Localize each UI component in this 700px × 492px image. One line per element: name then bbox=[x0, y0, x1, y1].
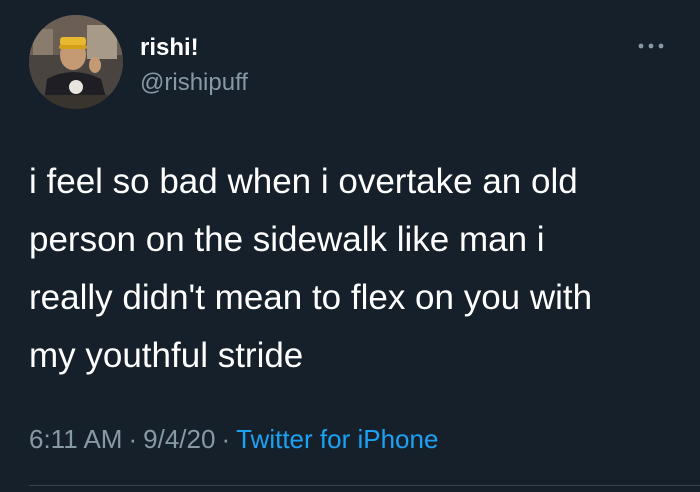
divider bbox=[29, 485, 700, 486]
tweet-source-link[interactable]: Twitter for iPhone bbox=[236, 424, 438, 454]
more-options-button[interactable] bbox=[636, 36, 666, 56]
separator-dot: · bbox=[128, 424, 138, 454]
tweet-text: i feel so bad when i overtake an old per… bbox=[29, 162, 593, 375]
tweet-date[interactable]: 9/4/20 bbox=[143, 424, 215, 454]
separator-dot: · bbox=[221, 424, 231, 454]
user-handle[interactable]: @rishipuff bbox=[140, 69, 248, 97]
tweet-metadata: 6:11 AM · 9/4/20 · Twitter for iPhone bbox=[29, 424, 438, 455]
tweet-card: rishi! @rishipuff i feel so bad when i o… bbox=[0, 0, 700, 492]
avatar[interactable] bbox=[29, 15, 123, 109]
tweet-time[interactable]: 6:11 AM bbox=[29, 424, 122, 454]
display-name[interactable]: rishi! bbox=[140, 34, 199, 62]
profile-photo-icon bbox=[29, 15, 123, 109]
ellipsis-icon bbox=[638, 43, 664, 49]
